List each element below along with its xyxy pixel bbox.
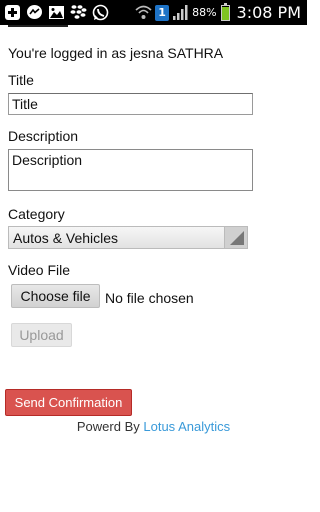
dropdown-arrow-icon [224,227,247,248]
description-placeholder: Description [12,152,83,168]
system-icons: 1 88% 3:08 PM [135,2,301,23]
description-textarea[interactable]: Description [8,149,253,191]
battery-icon [220,2,230,21]
messenger-icon [26,4,43,21]
upload-button[interactable]: Upload [11,323,72,347]
lotus-analytics-link[interactable]: Lotus Analytics [143,419,230,434]
add-icon [4,4,21,21]
whatsapp-icon [92,4,109,21]
signal-icon [172,4,189,21]
title-placeholder: Title [12,96,38,112]
video-file-label: Video File [8,262,71,278]
footer-prefix: Powerd By [76,419,144,434]
notification-badge: 1 [155,4,170,21]
blackberry-icon [70,4,87,21]
logged-in-text: You're logged in as jesna SATHRA [8,45,224,61]
category-label: Category [8,206,65,222]
clock: 3:08 PM [236,3,301,22]
choose-file-button[interactable]: Choose file [11,284,100,308]
status-bar: 1 88% 3:08 PM [0,0,307,25]
title-input[interactable]: Title [8,93,253,115]
category-select[interactable]: Autos & Vehicles [8,226,248,249]
title-label: Title [8,72,34,88]
notification-icons [4,4,109,21]
footer: Powerd By Lotus Analytics [0,419,307,434]
battery-percent: 88% [192,6,217,19]
category-selected-value: Autos & Vehicles [13,230,119,246]
wifi-icon [135,4,152,21]
partial-header-bar [8,25,68,27]
description-label: Description [8,128,79,144]
no-file-chosen-text: No file chosen [105,290,194,306]
image-icon [48,4,65,21]
send-confirmation-button[interactable]: Send Confirmation [5,389,132,416]
